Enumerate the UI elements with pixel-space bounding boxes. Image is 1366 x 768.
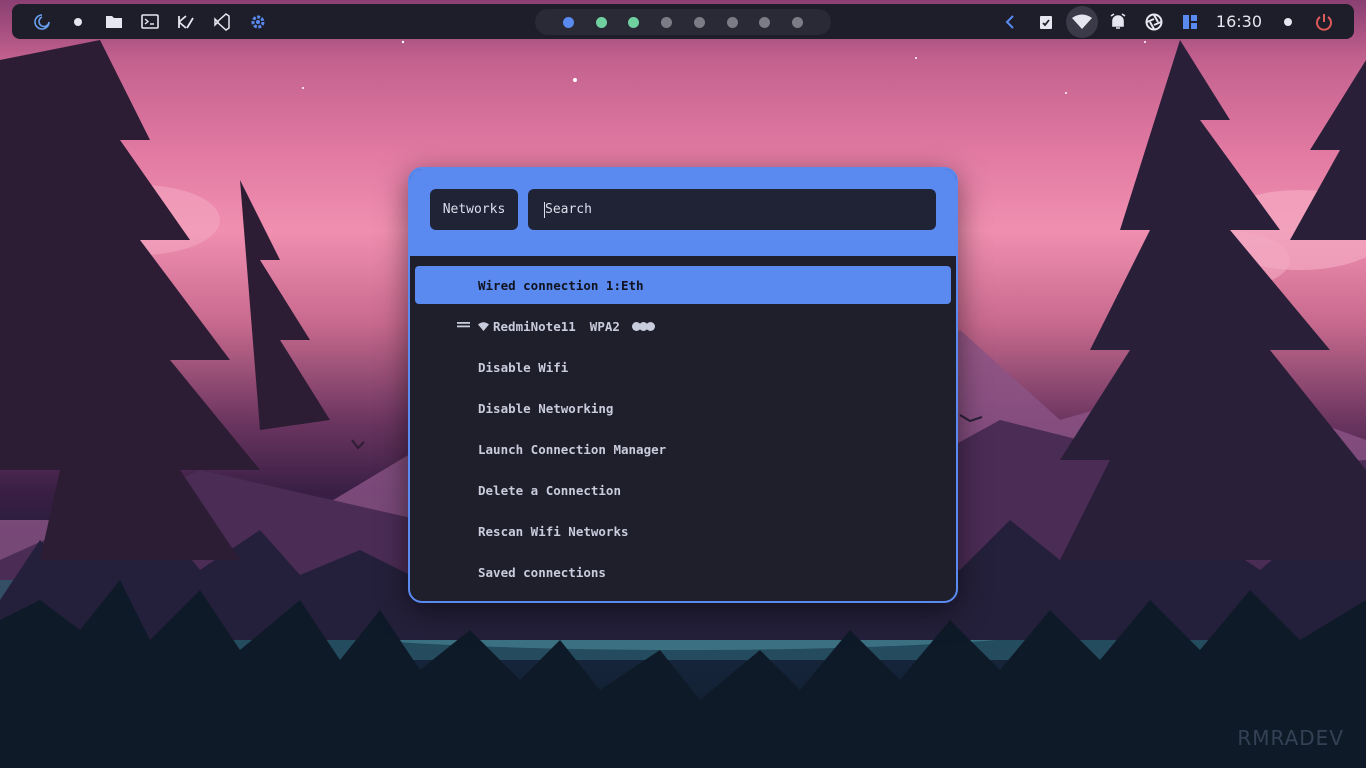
list-item-delete-connection[interactable]: Delete a Connection <box>415 471 951 509</box>
aperture-icon[interactable] <box>1136 4 1172 39</box>
dot-indicator-icon[interactable] <box>1270 4 1306 39</box>
search-box[interactable] <box>528 189 936 230</box>
workspace-3[interactable] <box>628 16 640 28</box>
settings-gear-icon[interactable] <box>240 4 276 39</box>
workspace-2[interactable] <box>595 16 607 28</box>
alarm-icon[interactable] <box>1100 4 1136 39</box>
list-item-wired-connection[interactable]: Wired connection 1:Eth <box>415 266 951 304</box>
launcher-header: Networks <box>410 169 956 256</box>
vscode-icon[interactable] <box>204 4 240 39</box>
folder-icon[interactable] <box>96 4 132 39</box>
list-item-label: Wired connection 1:Eth <box>478 277 644 293</box>
terminal-icon[interactable] <box>132 4 168 39</box>
power-icon[interactable] <box>1306 4 1342 39</box>
list-item-label: Delete a Connection <box>478 482 621 498</box>
layout-icon[interactable] <box>1172 4 1208 39</box>
chevron-left-icon[interactable] <box>992 4 1028 39</box>
arch-logo-icon[interactable] <box>24 4 60 39</box>
top-panel: 16:30 <box>12 4 1354 39</box>
list-item-label: Disable Wifi <box>478 359 569 375</box>
search-input[interactable] <box>545 202 920 217</box>
wifi-signal-icon <box>478 321 489 331</box>
network-list: Wired connection 1:Eth RedmiNote11 WPA2 … <box>410 256 956 591</box>
network-security: WPA2 <box>589 318 620 334</box>
list-item-label: Disable Networking <box>478 400 614 416</box>
network-ssid: RedmiNote11 <box>493 318 576 334</box>
network-menu: Networks Wired connection 1:Eth RedmiNot… <box>408 167 958 603</box>
active-connection-icon <box>457 322 470 328</box>
mode-prompt: Networks <box>430 189 518 230</box>
signal-strength-icon <box>631 321 655 331</box>
workspace-7[interactable] <box>759 16 771 28</box>
list-item-label: Rescan Wifi Networks <box>478 523 629 539</box>
list-item-label: Saved connections <box>478 564 606 580</box>
workspace-switcher <box>535 9 831 35</box>
checklist-icon[interactable] <box>1028 4 1064 39</box>
wallpaper-watermark: RMRADEV <box>1237 726 1344 750</box>
system-tray: 16:30 <box>992 4 1342 39</box>
wifi-icon <box>1065 5 1098 38</box>
list-item-launch-connection-manager[interactable]: Launch Connection Manager <box>415 430 951 468</box>
wifi-button[interactable] <box>1064 4 1100 39</box>
workspace-8[interactable] <box>792 16 804 28</box>
list-item-wifi-network[interactable]: RedmiNote11 WPA2 <box>415 307 951 345</box>
dot-icon[interactable] <box>60 4 96 39</box>
workspace-5[interactable] <box>693 16 705 28</box>
clock[interactable]: 16:30 <box>1208 12 1270 31</box>
list-item-rescan-wifi[interactable]: Rescan Wifi Networks <box>415 512 951 550</box>
kate-editor-icon[interactable] <box>168 4 204 39</box>
list-item-disable-wifi[interactable]: Disable Wifi <box>415 348 951 386</box>
workspace-1[interactable] <box>562 16 574 28</box>
list-item-label: Launch Connection Manager <box>478 441 667 457</box>
list-item-saved-connections[interactable]: Saved connections <box>415 553 951 591</box>
workspace-6[interactable] <box>726 16 738 28</box>
launcher-icons <box>24 4 276 39</box>
list-item-disable-networking[interactable]: Disable Networking <box>415 389 951 427</box>
workspace-4[interactable] <box>661 16 673 28</box>
